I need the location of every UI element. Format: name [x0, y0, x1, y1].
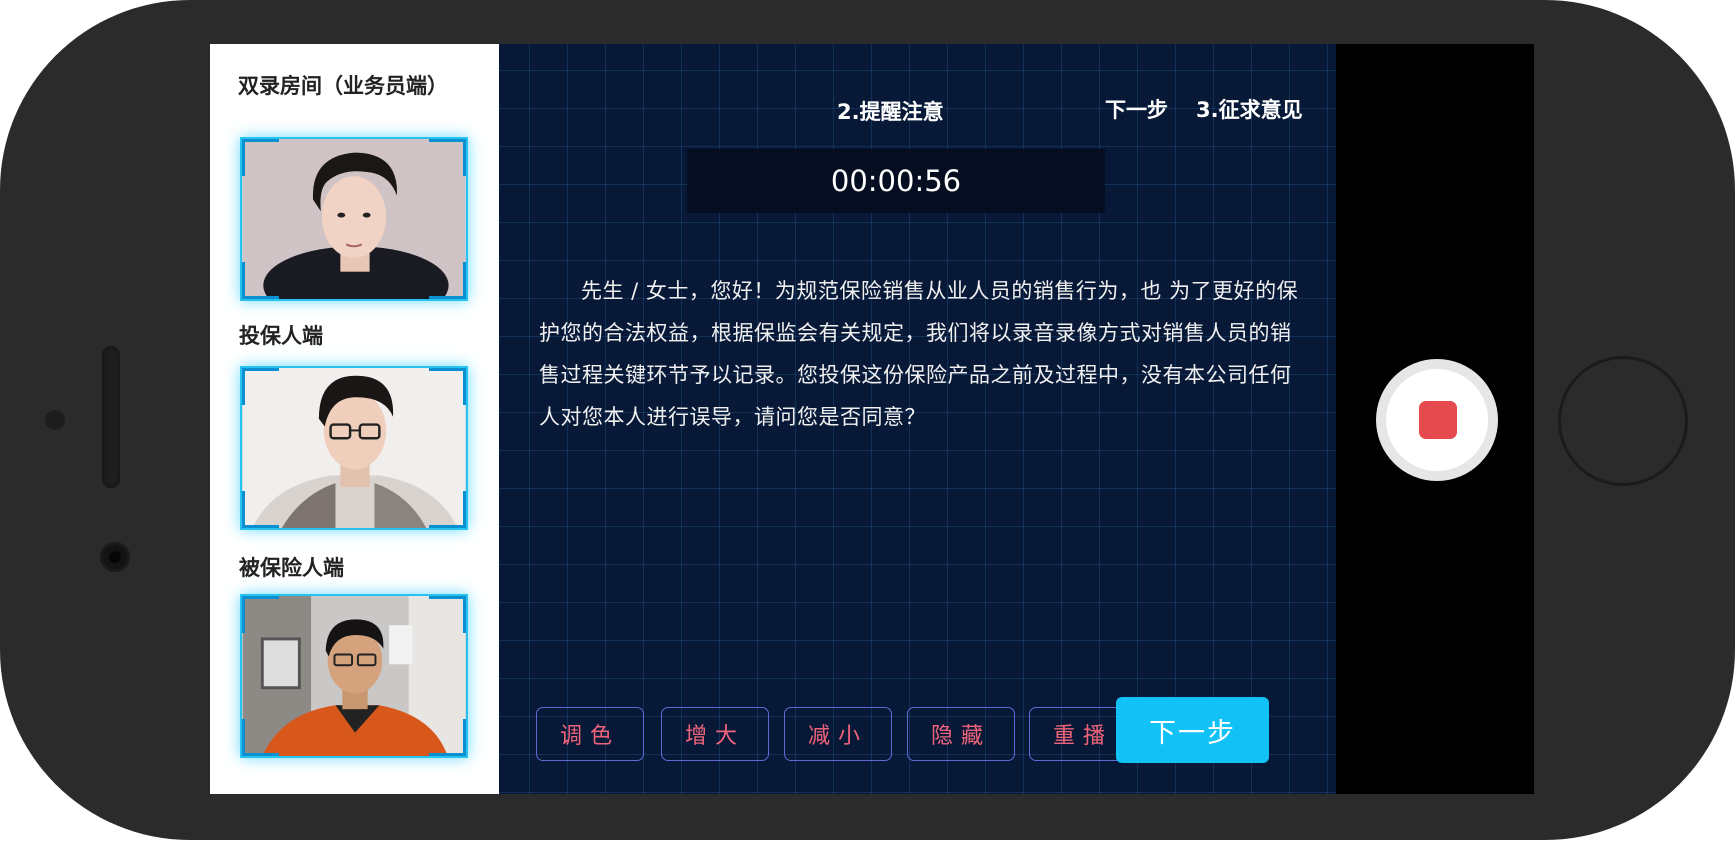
frame-corner	[429, 262, 466, 299]
frame-corner	[429, 139, 466, 176]
hide-button[interactable]: 隐藏	[907, 707, 1015, 761]
insured-video[interactable]	[240, 594, 468, 758]
frame-corner	[242, 491, 279, 528]
participants-sidebar: 双录房间（业务员端） 投保人端 被保险人端	[210, 44, 499, 794]
policyholder-label: 投保人端	[239, 324, 323, 348]
recording-timer: 00:00:56	[687, 149, 1105, 213]
prompt-panel: 2.提醒注意 下一步 3.征求意见 00:00:56 先生 / 女士，您好！为规…	[499, 44, 1336, 794]
adjust-color-button[interactable]: 调色	[536, 707, 644, 761]
front-camera	[100, 542, 130, 572]
frame-corner	[429, 368, 466, 405]
current-step-title: 2.提醒注意	[837, 100, 944, 124]
frame-corner	[429, 491, 466, 528]
next-step-name: 3.征求意见	[1196, 98, 1303, 122]
policyholder-video[interactable]	[240, 366, 468, 530]
frame-corner	[242, 262, 279, 299]
shrink-button[interactable]: 减小	[784, 707, 892, 761]
home-button[interactable]	[1558, 356, 1688, 486]
volume-slot	[102, 346, 120, 488]
next-step-link[interactable]: 下一步	[1105, 94, 1168, 124]
frame-corner	[242, 596, 279, 633]
agent-video[interactable]	[240, 137, 468, 301]
frame-corner	[242, 139, 279, 176]
insured-label: 被保险人端	[239, 556, 344, 580]
enlarge-button[interactable]: 增大	[661, 707, 769, 761]
frame-corner	[242, 368, 279, 405]
frame-corner	[429, 719, 466, 756]
proximity-sensor	[45, 410, 65, 430]
script-text: 先生 / 女士，您好！为规范保险销售从业人员的销售行为，也 为了更好的保护您的合…	[539, 279, 1299, 429]
room-title: 双录房间（业务员端）	[238, 74, 448, 98]
frame-corner	[242, 719, 279, 756]
record-stop-icon[interactable]	[1419, 401, 1457, 439]
next-step-button[interactable]: 下一步	[1116, 697, 1269, 763]
app-screen: 双录房间（业务员端） 投保人端 被保险人端 2.提醒注意 下一步 3.征求意见 …	[210, 44, 1534, 794]
phone-frame: 双录房间（业务员端） 投保人端 被保险人端 2.提醒注意 下一步 3.征求意见 …	[0, 0, 1735, 840]
frame-corner	[429, 596, 466, 633]
